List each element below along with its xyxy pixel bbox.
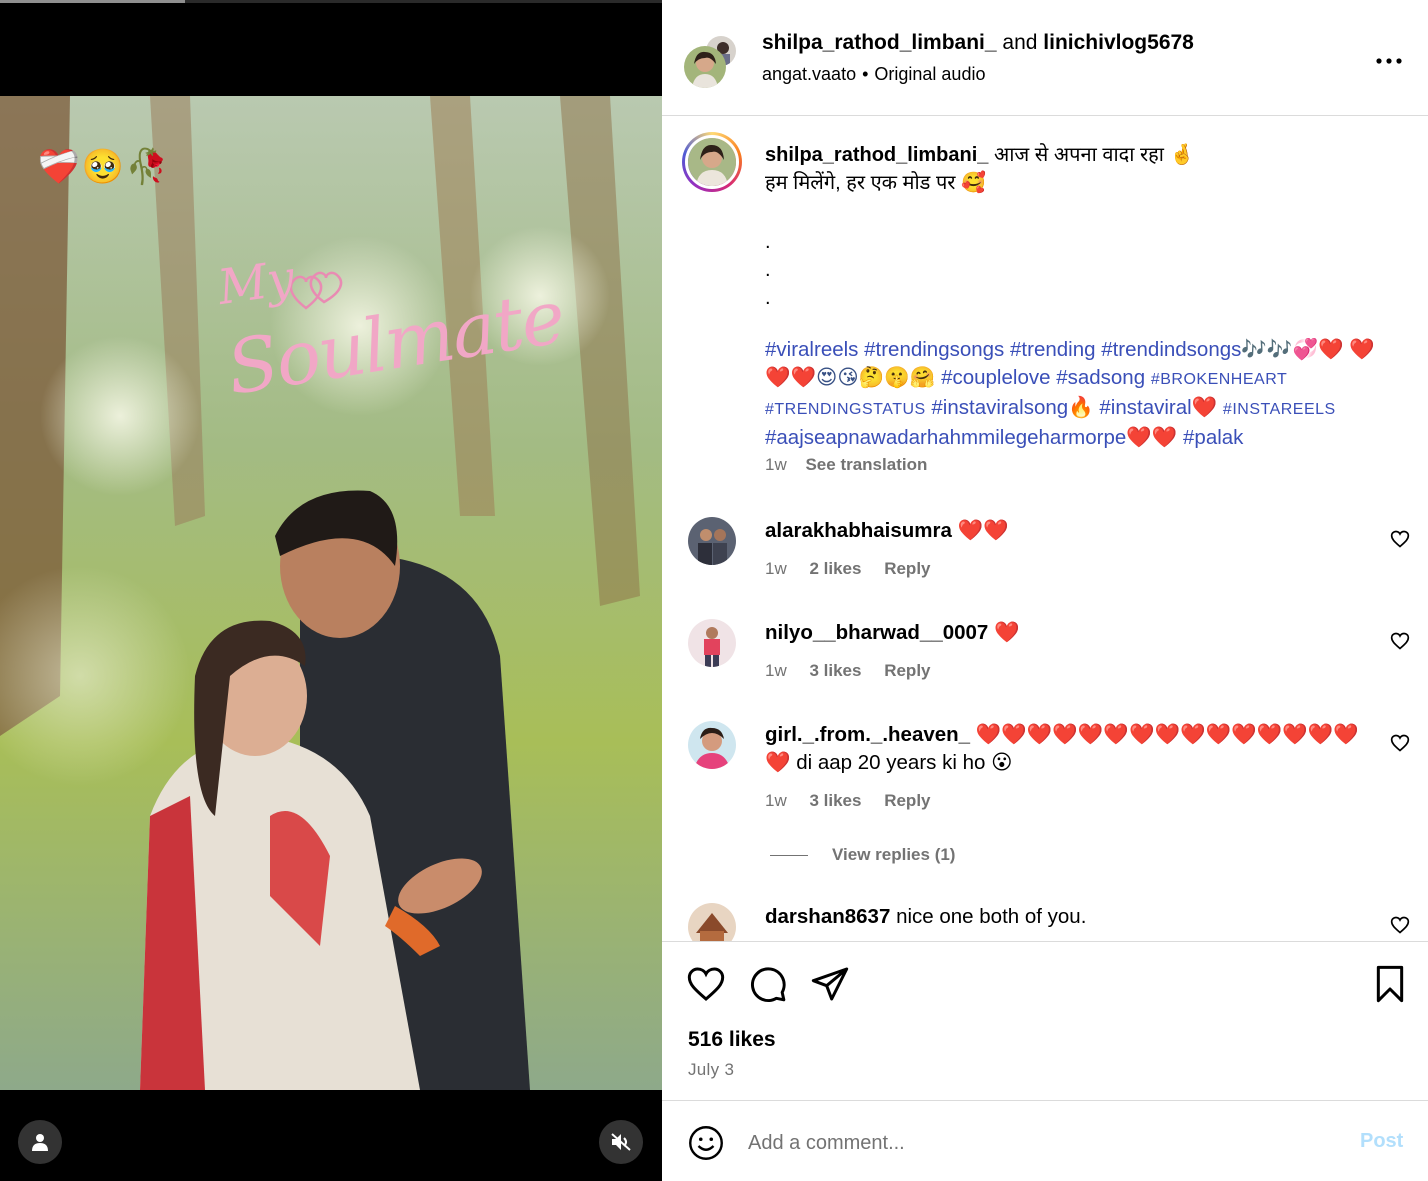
user-icon xyxy=(32,1134,48,1151)
hashtag-link[interactable]: #BROKENHEART xyxy=(1151,371,1287,388)
authors-connector: and xyxy=(1002,31,1038,54)
comment-text: nilyo__bharwad__0007 ❤️ xyxy=(765,619,1365,647)
reel-media[interactable]: ❤️‍🩹 🥹 🥀 My Soulmate xyxy=(0,0,662,1181)
comment-likes[interactable]: 3 likes xyxy=(809,661,861,680)
comment-like-heart-icon[interactable] xyxy=(1390,529,1410,549)
reply-button[interactable]: Reply xyxy=(884,661,930,680)
hashtag-link[interactable]: #TRENDINGSTATUS xyxy=(765,401,926,418)
reel-progress-bar[interactable] xyxy=(0,0,662,3)
commenter-avatar[interactable] xyxy=(688,903,736,941)
commenter-username[interactable]: nilyo__bharwad__0007 xyxy=(765,621,988,644)
reply-button[interactable]: Reply xyxy=(884,559,930,578)
hashtag-link[interactable]: #trendingsongs xyxy=(864,338,1004,361)
hashtag-link[interactable]: #instaviralsong🔥 xyxy=(931,396,1093,419)
share-icon[interactable] xyxy=(810,964,850,1004)
speaker-muted-icon xyxy=(611,1133,631,1151)
caption-dot: . xyxy=(765,231,771,253)
emoji-icon[interactable] xyxy=(688,1125,724,1161)
hashtag-link[interactable]: #INSTAREELS xyxy=(1223,401,1336,418)
comment-meta: 1w 2 likes Reply xyxy=(765,559,949,579)
separator-dot: • xyxy=(862,64,869,84)
mending-heart-sticker: ❤️‍🩹 xyxy=(37,148,81,186)
pleading-face-sticker: 🥹 xyxy=(81,148,125,186)
commenter-avatar[interactable] xyxy=(688,721,736,769)
caption-dot: . xyxy=(765,287,771,309)
comments-scroll-area[interactable]: shilpa_rathod_limbani_ आज से अपना वादा र… xyxy=(662,117,1428,941)
post-details-panel: shilpa_rathod_limbani_ and linichivlog56… xyxy=(662,0,1428,1181)
caption-line-1: आज से अपना वादा रहा 🤞 xyxy=(993,144,1195,166)
commenter-username[interactable]: girl._.from._.heaven_ xyxy=(765,723,970,746)
more-options-button[interactable] xyxy=(1374,46,1404,70)
comment-like-heart-icon[interactable] xyxy=(1390,631,1410,651)
comment-text: girl._.from._.heaven_ ❤️❤️❤️❤️❤️❤️❤️❤️❤️… xyxy=(765,721,1365,777)
comment-body: ❤️❤️ xyxy=(957,519,1009,542)
comment-meta: 1w 3 likes Reply xyxy=(765,661,949,681)
caption-hashtags: #viralreels #trendingsongs #trending #tr… xyxy=(765,336,1400,452)
overlay-text-my: My xyxy=(214,249,298,317)
hashtag-link[interactable]: #couplelove xyxy=(941,366,1050,389)
reply-button[interactable]: Reply xyxy=(884,791,930,810)
hashtag-link[interactable]: #trendindsongs🎶🎶💞❤️ xyxy=(1101,338,1343,361)
post-actions-bar: 516 likes July 3 xyxy=(662,941,1428,1101)
commenter-avatar[interactable] xyxy=(688,517,736,565)
post-comment-button[interactable]: Post xyxy=(1360,1130,1403,1153)
post-header: shilpa_rathod_limbani_ and linichivlog56… xyxy=(662,0,1428,116)
replies-divider-line xyxy=(770,855,808,857)
reel-progress-fill xyxy=(0,0,186,3)
hashtag-link[interactable]: #palak xyxy=(1183,426,1243,449)
comment-meta: 1w 3 likes Reply xyxy=(765,791,949,811)
bookmark-icon[interactable] xyxy=(1370,964,1410,1004)
view-replies-button[interactable]: View replies (1) xyxy=(770,845,955,865)
comment-icon[interactable] xyxy=(748,964,788,1004)
couple-photo xyxy=(0,96,662,1090)
mute-button[interactable] xyxy=(599,1120,643,1164)
comment-likes[interactable]: 3 likes xyxy=(809,791,861,810)
caption-text: shilpa_rathod_limbani_ आज से अपना वादा र… xyxy=(765,141,1395,197)
comment-body: ❤️ xyxy=(994,621,1020,644)
caption-time[interactable]: 1w xyxy=(765,455,787,474)
comment-time[interactable]: 1w xyxy=(765,661,787,680)
comment-text: alarakhabhaisumra ❤️❤️ xyxy=(765,517,1365,545)
wilted-rose-sticker: 🥀 xyxy=(125,148,169,186)
caption-author-avatar[interactable] xyxy=(682,132,742,192)
post-authors: shilpa_rathod_limbani_ and linichivlog56… xyxy=(762,31,1194,55)
caption-meta: 1w See translation xyxy=(765,455,927,475)
author-avatar[interactable] xyxy=(684,46,726,88)
hashtag-link[interactable]: #sadsong xyxy=(1056,366,1145,389)
post-date[interactable]: July 3 xyxy=(688,1060,734,1080)
hashtag-link[interactable]: #instaviral❤️ xyxy=(1099,396,1217,419)
commenter-username[interactable]: darshan8637 xyxy=(765,905,890,928)
view-replies-label[interactable]: View replies (1) xyxy=(832,845,955,864)
comment-likes[interactable]: 2 likes xyxy=(809,559,861,578)
hashtag-link[interactable]: #aajseapnawadarhahmmilegeharmorpe❤️❤️ xyxy=(765,426,1177,449)
audio-label[interactable]: Original audio xyxy=(874,64,985,84)
caption-username[interactable]: shilpa_rathod_limbani_ xyxy=(765,144,988,166)
commenter-username[interactable]: alarakhabhaisumra xyxy=(765,519,952,542)
audio-info: angat.vaato • Original audio xyxy=(762,64,985,85)
caption-dots: . . . xyxy=(765,228,771,312)
audio-username[interactable]: angat.vaato xyxy=(762,64,856,84)
comment-text: darshan8637 nice one both of you. xyxy=(765,903,1365,931)
heart-icon[interactable] xyxy=(686,964,726,1004)
hashtag-link[interactable]: #trending xyxy=(1010,338,1095,361)
more-horizontal-icon xyxy=(1376,58,1402,64)
hashtag-link[interactable]: #viralreels xyxy=(765,338,858,361)
likes-count[interactable]: 516 likes xyxy=(688,1028,776,1052)
comment-like-heart-icon[interactable] xyxy=(1390,915,1410,935)
caption-dot: . xyxy=(765,259,771,281)
emoji-stickers: ❤️‍🩹 🥹 🥀 xyxy=(38,146,168,188)
comment-time[interactable]: 1w xyxy=(765,559,787,578)
collaborator-username[interactable]: linichivlog5678 xyxy=(1043,31,1194,54)
see-translation-button[interactable]: See translation xyxy=(805,455,927,474)
comment-like-heart-icon[interactable] xyxy=(1390,733,1410,753)
author-username[interactable]: shilpa_rathod_limbani_ xyxy=(762,31,997,54)
add-comment-bar: Post xyxy=(662,1102,1428,1181)
user-tag-button[interactable] xyxy=(18,1120,62,1164)
commenter-avatar[interactable] xyxy=(688,619,736,667)
comment-time[interactable]: 1w xyxy=(765,791,787,810)
comment-input[interactable] xyxy=(748,1128,1308,1158)
comment-body: nice one both of you. xyxy=(896,905,1087,928)
caption-line-2: हम मिलेंगे, हर एक मोड पर 🥰 xyxy=(765,172,986,194)
